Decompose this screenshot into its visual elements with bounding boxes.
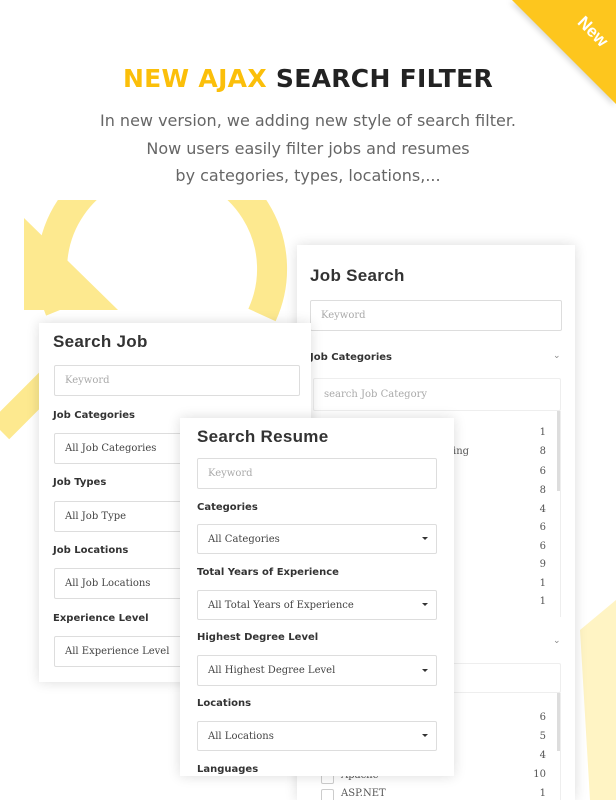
category-count: 1 <box>539 596 546 607</box>
category-count: 6 <box>539 522 546 533</box>
scrollbar[interactable] <box>557 693 560 751</box>
field-label: Total Years of Experience <box>197 567 339 578</box>
category-count: 8 <box>539 446 546 457</box>
subtitle-line: In new version, we adding new style of s… <box>99 111 517 130</box>
chevron-down-icon[interactable]: ⌄ <box>553 636 561 646</box>
select-value: All Locations <box>208 730 274 742</box>
select-value: All Categories <box>208 533 280 545</box>
keyword-input[interactable]: Keyword <box>310 300 562 331</box>
category-count: 8 <box>539 485 546 496</box>
field-label: Experience Level <box>53 613 149 624</box>
category-count: 6 <box>539 466 546 477</box>
title-highlight: NEW AJAX <box>122 64 267 93</box>
caret-down-icon <box>422 734 428 737</box>
category-item-label: ing <box>453 446 470 457</box>
chevron-down-icon[interactable]: ⌄ <box>553 351 561 361</box>
category-count: 9 <box>539 559 546 570</box>
item-count: 6 <box>539 712 546 723</box>
select-value: All Highest Degree Level <box>208 665 336 676</box>
checkbox[interactable] <box>321 789 334 800</box>
keyword-input[interactable]: Keyword <box>197 458 437 489</box>
panel-title: Search Job <box>53 332 148 351</box>
degree-level-select[interactable]: All Highest Degree Level <box>197 655 437 686</box>
field-label: Job Types <box>53 477 107 488</box>
field-label: Job Categories <box>53 410 136 421</box>
title-rest: SEARCH FILTER <box>275 64 494 93</box>
scrollbar[interactable] <box>557 411 560 491</box>
job-categories-label: Job Categories <box>310 352 393 363</box>
field-label: Categories <box>197 502 258 513</box>
field-label: Locations <box>197 698 252 709</box>
caret-down-icon <box>422 603 428 606</box>
select-value: All Total Years of Experience <box>208 599 354 611</box>
panel-title: Search Resume <box>197 427 329 446</box>
categories-select[interactable]: All Categories <box>197 524 437 554</box>
category-search-input[interactable]: search Job Category <box>313 378 561 411</box>
caret-down-icon <box>422 537 428 540</box>
page-title: NEW AJAX SEARCH FILTER <box>0 64 616 93</box>
item-count: 1 <box>539 788 546 799</box>
field-label: Highest Degree Level <box>197 632 319 643</box>
subtitle-line: by categories, types, locations,... <box>175 166 441 185</box>
subtitle-line: Now users easily filter jobs and resumes <box>146 139 470 158</box>
item-count: 5 <box>539 731 546 742</box>
keyword-input[interactable]: Keyword <box>54 365 300 396</box>
locations-select[interactable]: All Locations <box>197 721 437 751</box>
field-label: Job Locations <box>53 545 129 556</box>
item-count: 10 <box>533 769 546 780</box>
category-count: 1 <box>539 427 546 438</box>
category-count: 6 <box>539 541 546 552</box>
category-count: 1 <box>539 578 546 589</box>
item-count: 4 <box>539 750 546 761</box>
field-label: Languages <box>197 764 259 775</box>
caret-down-icon <box>422 668 428 672</box>
experience-select[interactable]: All Total Years of Experience <box>197 590 437 620</box>
category-count: 4 <box>539 504 546 515</box>
panel-title: Job Search <box>310 266 405 285</box>
search-resume-panel: Search Resume Keyword Categories All Cat… <box>180 418 454 776</box>
list-item-label: ASP.NET <box>341 788 386 799</box>
